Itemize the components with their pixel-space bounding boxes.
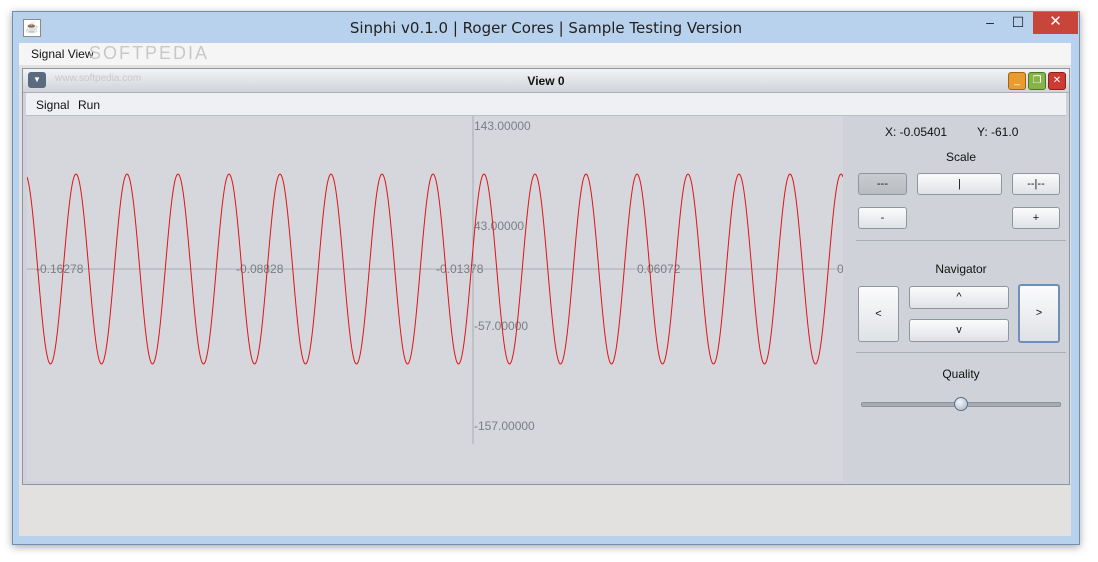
- menu-signal[interactable]: Signal: [36, 98, 69, 112]
- client-area: Signal View SOFTPEDIA ▼ www.softpedia.co…: [19, 43, 1071, 536]
- frame-maximize-icon[interactable]: ❐: [1028, 72, 1046, 90]
- menu-signal-view[interactable]: Signal View: [31, 47, 93, 61]
- scale-minus-button[interactable]: -: [858, 207, 907, 229]
- x-tick-label: -0.01378: [436, 262, 484, 276]
- scale-title: Scale: [945, 150, 977, 164]
- minimize-button[interactable]: –: [977, 12, 1003, 34]
- quality-slider-thumb[interactable]: [954, 397, 968, 411]
- y-coordinate: Y: -61.0: [977, 125, 1019, 139]
- x-tick-label: -0.16278: [36, 262, 84, 276]
- y-tick-label: 43.00000: [474, 219, 524, 233]
- menu-run[interactable]: Run: [78, 98, 100, 112]
- scale-expand-button[interactable]: --|--: [1012, 173, 1060, 195]
- application-window: ☕ Sinphi v0.1.0 | Roger Cores | Sample T…: [12, 11, 1080, 545]
- scale-plus-button[interactable]: +: [1012, 207, 1060, 229]
- internal-frame-title: View 0: [527, 74, 565, 88]
- navigate-right-button[interactable]: >: [1018, 284, 1060, 343]
- menu-bar: Signal View SOFTPEDIA: [19, 43, 1071, 65]
- x-tick-label: -0.08828: [236, 262, 284, 276]
- frame-close-icon[interactable]: ✕: [1048, 72, 1066, 90]
- window-title: Sinphi v0.1.0 | Roger Cores | Sample Tes…: [349, 19, 743, 37]
- title-bar[interactable]: ☕ Sinphi v0.1.0 | Roger Cores | Sample T…: [13, 12, 1079, 43]
- navigate-up-button[interactable]: ^: [909, 286, 1009, 309]
- close-button[interactable]: ✕: [1033, 12, 1078, 34]
- x-tick-label: 0.06072: [637, 262, 681, 276]
- watermark-logo: SOFTPEDIA: [89, 43, 210, 63]
- control-panel: X: -0.05401 Y: -61.0 Scale --- | --|-- -…: [856, 116, 1066, 481]
- signal-plot[interactable]: 143.00000 43.00000 -57.00000 -157.00000 -0.1…: [27, 116, 843, 481]
- separator: [856, 240, 1066, 241]
- scale-vertical-button[interactable]: |: [917, 173, 1002, 195]
- x-coordinate: X: -0.05401: [885, 125, 948, 139]
- navigate-left-button[interactable]: <: [858, 286, 899, 342]
- frame-minimize-icon[interactable]: _: [1008, 72, 1026, 90]
- frame-menu-bar: Signal Run: [26, 93, 1066, 116]
- signal-chart: 143.0000043.00000-57.00000-157.00000-0.1…: [27, 116, 843, 444]
- y-tick-label: -157.00000: [474, 419, 535, 433]
- x-tick-label-clipped: 0: [837, 262, 843, 276]
- internal-frame-title-bar[interactable]: ▼ www.softpedia.com View 0 _ ❐ ✕: [23, 69, 1069, 93]
- navigator-title: Navigator: [935, 262, 987, 276]
- scale-compress-button[interactable]: ---: [858, 173, 907, 195]
- maximize-button[interactable]: ☐: [1005, 12, 1031, 34]
- navigate-down-button[interactable]: v: [909, 319, 1009, 342]
- status-area: [19, 487, 1071, 536]
- internal-frame-view-0: ▼ www.softpedia.com View 0 _ ❐ ✕ Signal …: [22, 68, 1070, 485]
- quality-title: Quality: [942, 367, 980, 381]
- separator: [856, 352, 1066, 353]
- y-tick-label: 143.00000: [474, 119, 531, 133]
